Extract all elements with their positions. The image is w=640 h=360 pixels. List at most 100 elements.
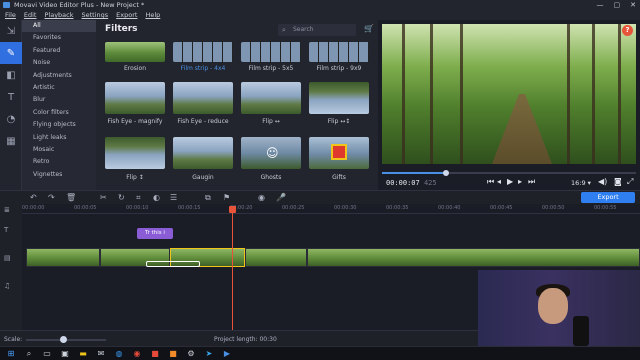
- category-retro[interactable]: Retro: [22, 156, 96, 168]
- menu-playback[interactable]: Playback: [44, 10, 73, 20]
- category-mosaic[interactable]: Mosaic: [22, 144, 96, 156]
- filter-thumb-gifts[interactable]: [309, 137, 369, 169]
- movavi-taskbar-icon[interactable]: ▶: [222, 349, 232, 359]
- scrubber-knob[interactable]: [442, 170, 449, 176]
- windows-start-icon[interactable]: ⊞: [6, 349, 16, 359]
- titles-icon[interactable]: T: [0, 86, 22, 108]
- snapshot-icon[interactable]: ◙: [614, 177, 622, 186]
- video-clip[interactable]: [245, 248, 307, 267]
- filter-thumb-film-strip-9x9[interactable]: [309, 42, 369, 62]
- filter-label: Fish Eye - magnify: [107, 118, 163, 125]
- menu-settings[interactable]: Settings: [82, 10, 109, 20]
- store-icon[interactable]: ▣: [60, 349, 70, 359]
- filter-thumb-ghosts[interactable]: ☺: [241, 137, 301, 169]
- microphone-icon[interactable]: 🎤: [276, 193, 286, 202]
- redo-icon[interactable]: ↷: [48, 193, 55, 202]
- filter-thumb-fish-eye-reduce[interactable]: [173, 82, 233, 114]
- aspect-ratio-select[interactable]: 16:9 ▾: [571, 179, 591, 187]
- edge-icon[interactable]: ◍: [114, 349, 124, 359]
- filter-thumb-flip-horizontal[interactable]: [241, 82, 301, 114]
- export-button[interactable]: Export: [581, 192, 635, 203]
- menu-edit[interactable]: Edit: [24, 10, 37, 20]
- telegram-icon[interactable]: ➤: [204, 349, 214, 359]
- filter-thumb-film-strip-5x5[interactable]: [241, 42, 301, 62]
- close-button[interactable]: ✕: [630, 0, 636, 10]
- video-clip[interactable]: [307, 248, 640, 267]
- category-blur[interactable]: Blur: [22, 94, 96, 106]
- category-vignettes[interactable]: Vignettes: [22, 169, 96, 181]
- play-icon[interactable]: ▶: [507, 177, 513, 186]
- taskbar: ⊞ ⌕ ▭ ▣ ▬ ✉ ◍ ◉ ■ ■ ⚙ ➤ ▶: [0, 346, 640, 360]
- chrome-icon[interactable]: ◉: [132, 349, 142, 359]
- category-favorites[interactable]: Favorites: [22, 32, 96, 44]
- mail-icon[interactable]: ✉: [96, 349, 106, 359]
- cut-icon[interactable]: ✂: [100, 193, 107, 202]
- more-tools-icon[interactable]: ▦: [0, 130, 22, 152]
- fullscreen-icon[interactable]: ⤢: [627, 177, 633, 187]
- overlay-icon[interactable]: ⧉: [205, 193, 211, 203]
- rotate-icon[interactable]: ↻: [118, 193, 125, 202]
- color-adjust-icon[interactable]: ◐: [153, 193, 160, 202]
- filters-tool-icon[interactable]: ✎: [0, 42, 22, 64]
- settings-icon[interactable]: ⚙: [186, 349, 196, 359]
- filter-thumb-flip-vertical[interactable]: [105, 137, 165, 169]
- search-icon[interactable]: ⌕: [24, 349, 34, 359]
- track-menu-icon[interactable]: ≣: [4, 206, 10, 214]
- transition-marker[interactable]: [146, 261, 200, 267]
- menu-file[interactable]: File: [5, 10, 16, 20]
- clip-properties-icon[interactable]: ☰: [170, 193, 177, 202]
- category-featured[interactable]: Featured: [22, 45, 96, 57]
- filter-search-input[interactable]: ⌕ Search: [278, 24, 356, 36]
- video-track-icon[interactable]: ▤: [4, 254, 11, 262]
- help-button[interactable]: ?: [622, 25, 633, 36]
- volume-icon[interactable]: ◀): [598, 177, 607, 186]
- playhead-line[interactable]: [232, 206, 233, 330]
- crop-icon[interactable]: ⌗: [136, 193, 141, 203]
- filter-thumb-gaugin[interactable]: [173, 137, 233, 169]
- app-icon: [3, 2, 10, 8]
- task-view-icon[interactable]: ▭: [42, 349, 52, 359]
- video-clip[interactable]: [26, 248, 100, 267]
- category-adjustments[interactable]: Adjustments: [22, 70, 96, 82]
- minimize-button[interactable]: —: [597, 0, 604, 10]
- transitions-icon[interactable]: ◧: [0, 64, 22, 86]
- preview-scrubber[interactable]: [382, 170, 636, 176]
- app-icon-red[interactable]: ■: [150, 349, 160, 359]
- playhead-handle[interactable]: [229, 206, 236, 213]
- ruler-tick: 00:00:05: [74, 205, 97, 211]
- timeline-ruler[interactable]: 00:00:00 00:00:05 00:00:10 00:00:15 00:0…: [22, 204, 640, 214]
- category-flying-objects[interactable]: Flying objects: [22, 119, 96, 131]
- store-cart-icon[interactable]: 🛒: [364, 24, 374, 33]
- menu-help[interactable]: Help: [145, 10, 160, 20]
- ruler-tick: 00:00:50: [542, 205, 565, 211]
- text-clip[interactable]: Tr this i: [137, 228, 173, 239]
- category-light-leaks[interactable]: Light leaks: [22, 132, 96, 144]
- category-artistic[interactable]: Artistic: [22, 82, 96, 94]
- undo-icon[interactable]: ↶: [30, 193, 37, 202]
- filter-thumb-flip-both[interactable]: [309, 82, 369, 114]
- file-explorer-icon[interactable]: ▬: [78, 349, 88, 359]
- skip-back-icon[interactable]: ⏮: [487, 177, 494, 187]
- step-back-icon[interactable]: ◂: [497, 177, 501, 186]
- filter-thumb-film-strip-4x4[interactable]: [173, 42, 233, 62]
- menu-export[interactable]: Export: [116, 10, 137, 20]
- flag-icon[interactable]: ⚑: [223, 193, 230, 202]
- skip-forward-icon[interactable]: ⏭: [528, 177, 535, 187]
- webcam-record-icon[interactable]: ◉: [258, 193, 265, 202]
- text-track-icon[interactable]: T: [4, 226, 8, 234]
- maximize-button[interactable]: ▢: [614, 0, 621, 10]
- stickers-icon[interactable]: ◔: [0, 108, 22, 130]
- step-forward-icon[interactable]: ▸: [518, 177, 522, 186]
- import-icon[interactable]: ⇲: [0, 20, 22, 42]
- video-preview[interactable]: [382, 24, 636, 164]
- app-icon-orange[interactable]: ■: [168, 349, 178, 359]
- category-color-filters[interactable]: Color filters: [22, 107, 96, 119]
- category-all[interactable]: All: [22, 20, 96, 33]
- audio-track-icon[interactable]: ♫: [4, 282, 10, 290]
- filter-thumb-fish-eye-magnify[interactable]: [105, 82, 165, 114]
- filter-thumb-erosion[interactable]: [105, 42, 165, 62]
- category-noise[interactable]: Noise: [22, 57, 96, 69]
- ghost-icon: ☺: [266, 146, 279, 160]
- scale-slider-knob[interactable]: [60, 336, 67, 343]
- delete-icon[interactable]: 🗑: [66, 193, 76, 202]
